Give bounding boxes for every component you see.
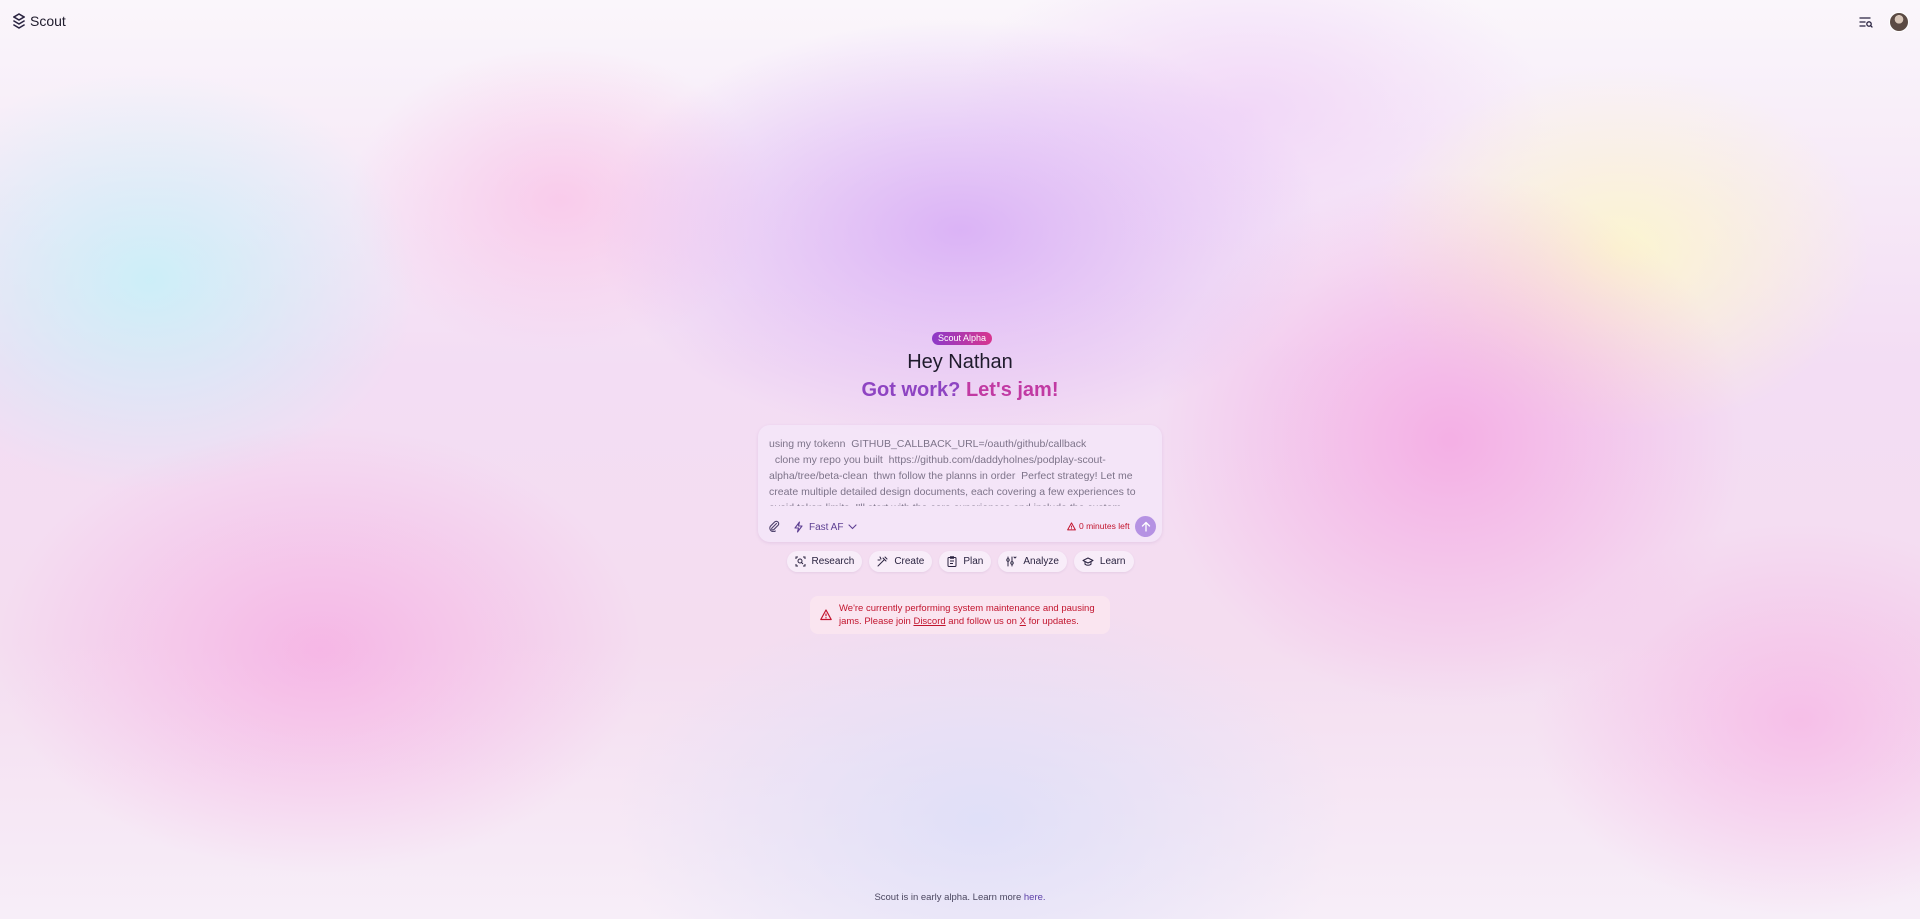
maintenance-alert: We're currently performing system mainte… xyxy=(810,596,1110,634)
brand[interactable]: Scout xyxy=(13,13,66,29)
send-button[interactable] xyxy=(1135,516,1156,537)
learn-button[interactable]: Learn xyxy=(1073,551,1134,572)
research-button[interactable]: Research xyxy=(786,551,863,572)
greeting-heading: Hey Nathan xyxy=(907,351,1013,373)
menu-search-button[interactable] xyxy=(1858,14,1874,30)
plan-icon xyxy=(947,556,957,567)
composer: using my tokenn GITHUB_CALLBACK_URL=/oau… xyxy=(758,425,1162,542)
create-button[interactable]: Create xyxy=(869,551,933,572)
analyze-button[interactable]: Analyze xyxy=(998,551,1067,572)
research-icon xyxy=(795,556,805,567)
tagline-part1: Got work? xyxy=(861,379,966,401)
learn-label: Learn xyxy=(1099,556,1126,567)
plan-button[interactable]: Plan xyxy=(939,551,992,572)
arrow-up-icon xyxy=(1141,521,1150,532)
model-selector[interactable]: Fast AF xyxy=(793,520,858,534)
time-left-text: 0 minutes left xyxy=(1079,521,1130,531)
analyze-icon xyxy=(1006,556,1017,567)
learn-more-link[interactable]: here. xyxy=(1024,892,1046,903)
alert-line-1: We're currently performing system mainte… xyxy=(839,603,1095,614)
footer-note: Scout is in early alpha. Learn more here… xyxy=(0,892,1920,903)
prompt-input[interactable]: using my tokenn GITHUB_CALLBACK_URL=/oau… xyxy=(769,436,1151,506)
avatar[interactable] xyxy=(1889,12,1909,32)
model-label: Fast AF xyxy=(809,521,844,533)
app-name: Scout xyxy=(30,13,66,29)
footer-text: Scout is in early alpha. Learn more xyxy=(874,892,1024,903)
alert-line-2: jams. Please join Discord and follow us … xyxy=(839,615,1095,628)
analyze-label: Analyze xyxy=(1023,556,1059,567)
quick-actions: Research Create Plan Analyze Learn xyxy=(0,551,1920,572)
learn-icon xyxy=(1082,557,1094,566)
top-bar: Scout xyxy=(0,0,1920,44)
alert-message: We're currently performing system mainte… xyxy=(839,602,1095,628)
discord-link[interactable]: Discord xyxy=(913,616,945,627)
research-label: Research xyxy=(811,556,855,567)
tagline-part2: Let's jam! xyxy=(965,379,1059,401)
create-icon xyxy=(877,556,888,567)
alert-text-after: for updates. xyxy=(1025,616,1079,627)
tagline: Got work? Let's jam! xyxy=(0,379,1920,402)
chevron-down-icon xyxy=(848,524,858,530)
scout-logo-icon xyxy=(13,13,25,29)
plan-label: Plan xyxy=(963,556,984,567)
alert-text-middle: and follow us on xyxy=(945,616,1020,627)
alpha-badge: Scout Alpha xyxy=(932,332,993,345)
warning-icon xyxy=(1067,521,1076,530)
menu-search-icon xyxy=(1859,17,1873,28)
paperclip-icon xyxy=(769,520,780,532)
warning-triangle-icon xyxy=(820,609,832,621)
attach-button[interactable] xyxy=(768,520,780,532)
time-left-indicator: 0 minutes left xyxy=(1067,521,1130,531)
alert-text-before: jams. Please join xyxy=(839,616,914,627)
create-label: Create xyxy=(894,556,925,567)
lightning-icon xyxy=(794,521,803,533)
